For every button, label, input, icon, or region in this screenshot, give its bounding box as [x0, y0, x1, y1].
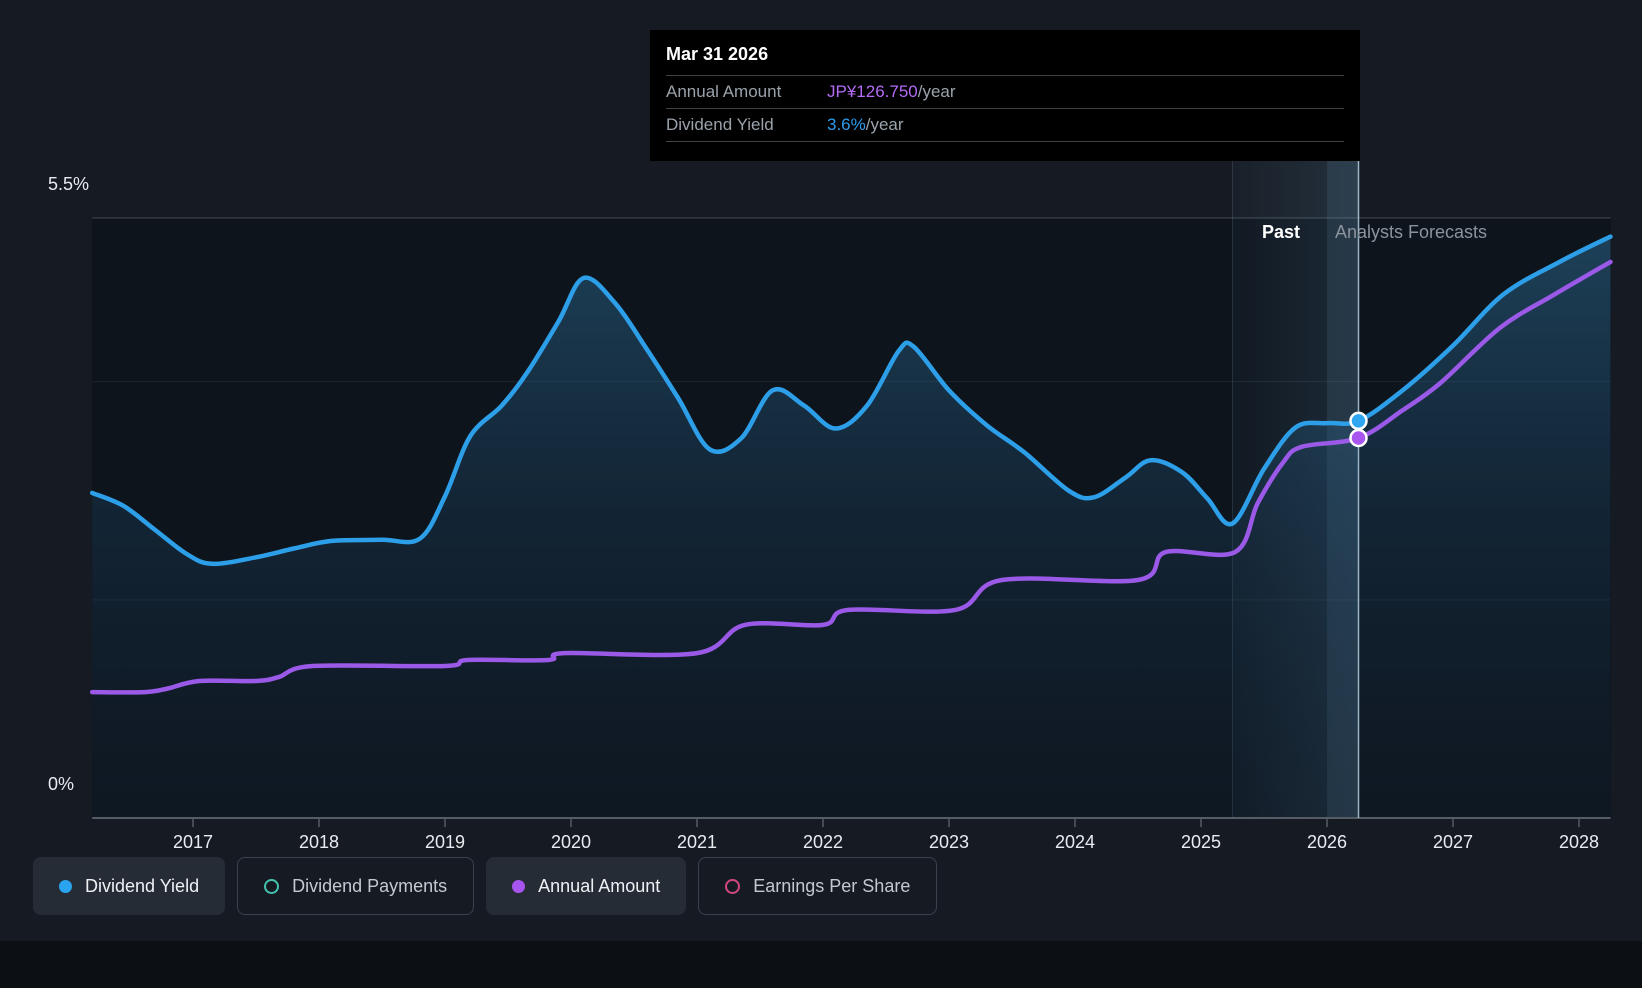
annual-amount-marker[interactable]: [1349, 428, 1368, 448]
x-axis-label-2017: 2017: [172, 832, 214, 852]
legend-button-annual-amount[interactable]: Annual Amount: [486, 857, 687, 915]
legend-label: Earnings Per Share: [753, 875, 911, 896]
x-axis-label-2021: 2021: [676, 832, 718, 852]
tooltip-row-label: Dividend Yield: [666, 115, 774, 134]
tooltip-row-label: Annual Amount: [666, 82, 782, 101]
x-axis-label-2023: 2023: [928, 832, 970, 852]
dividend-yield-marker[interactable]: [1349, 411, 1368, 431]
bottom-bar: [0, 941, 1642, 988]
chart-legend: Dividend Yield Dividend Payments Annual Am…: [33, 857, 938, 915]
tooltip-rows: Annual Amount JP¥126.750/year Dividend Yie…: [650, 75, 1360, 142]
legend-button-dividend-payments[interactable]: Dividend Payments: [237, 857, 475, 915]
past-label: Past: [1261, 222, 1300, 242]
legend-label: Dividend Payments: [292, 875, 448, 896]
tooltip-row-value: JP¥126.750: [827, 82, 918, 101]
tooltip-row: Dividend Yield 3.6%/year: [666, 108, 1344, 142]
y-axis-label-min: 0%: [48, 774, 75, 794]
x-axis-label-2020: 2020: [550, 832, 592, 852]
legend-label: Annual Amount: [538, 875, 661, 896]
legend-ring-icon: [725, 878, 741, 894]
tooltip-date: Mar 31 2026: [666, 44, 769, 64]
legend-button-dividend-yield[interactable]: Dividend Yield: [33, 857, 226, 915]
legend-dot-icon: [512, 879, 526, 893]
dividend-chart-page: 5.5% 0% 2017 2018 2019 2020 2021 2022 2023 2024…: [0, 0, 1642, 988]
tooltip-row-suffix: /year: [865, 115, 904, 134]
x-axis-label-2024: 2024: [1054, 832, 1096, 852]
legend-dot-icon: [59, 879, 72, 893]
analysts-forecasts-label: Analysts Forecasts: [1335, 222, 1488, 242]
legend-label: Dividend Yield: [85, 875, 200, 896]
tooltip-row-value: 3.6%: [827, 115, 866, 134]
legend-ring-icon: [264, 878, 280, 894]
dividend-yield-area: [92, 236, 1611, 819]
y-axis-label-max: 5.5%: [48, 174, 90, 194]
x-axis-label-2025: 2025: [1180, 832, 1222, 852]
tooltip-row-suffix: /year: [917, 82, 956, 101]
legend-button-earnings-per-share[interactable]: Earnings Per Share: [698, 857, 938, 915]
chart-tooltip: Mar 31 2026 Annual Amount JP¥126.750/year…: [650, 30, 1360, 161]
x-axis-label-2019: 2019: [424, 832, 466, 852]
x-axis-label-2028: 2028: [1558, 832, 1600, 852]
x-axis-label-2027: 2027: [1432, 832, 1474, 852]
x-axis-label-2022: 2022: [802, 832, 844, 852]
x-axis-label-2026: 2026: [1306, 832, 1348, 852]
x-axis-label-2018: 2018: [298, 832, 340, 852]
tooltip-row: Annual Amount JP¥126.750/year: [666, 75, 1344, 108]
